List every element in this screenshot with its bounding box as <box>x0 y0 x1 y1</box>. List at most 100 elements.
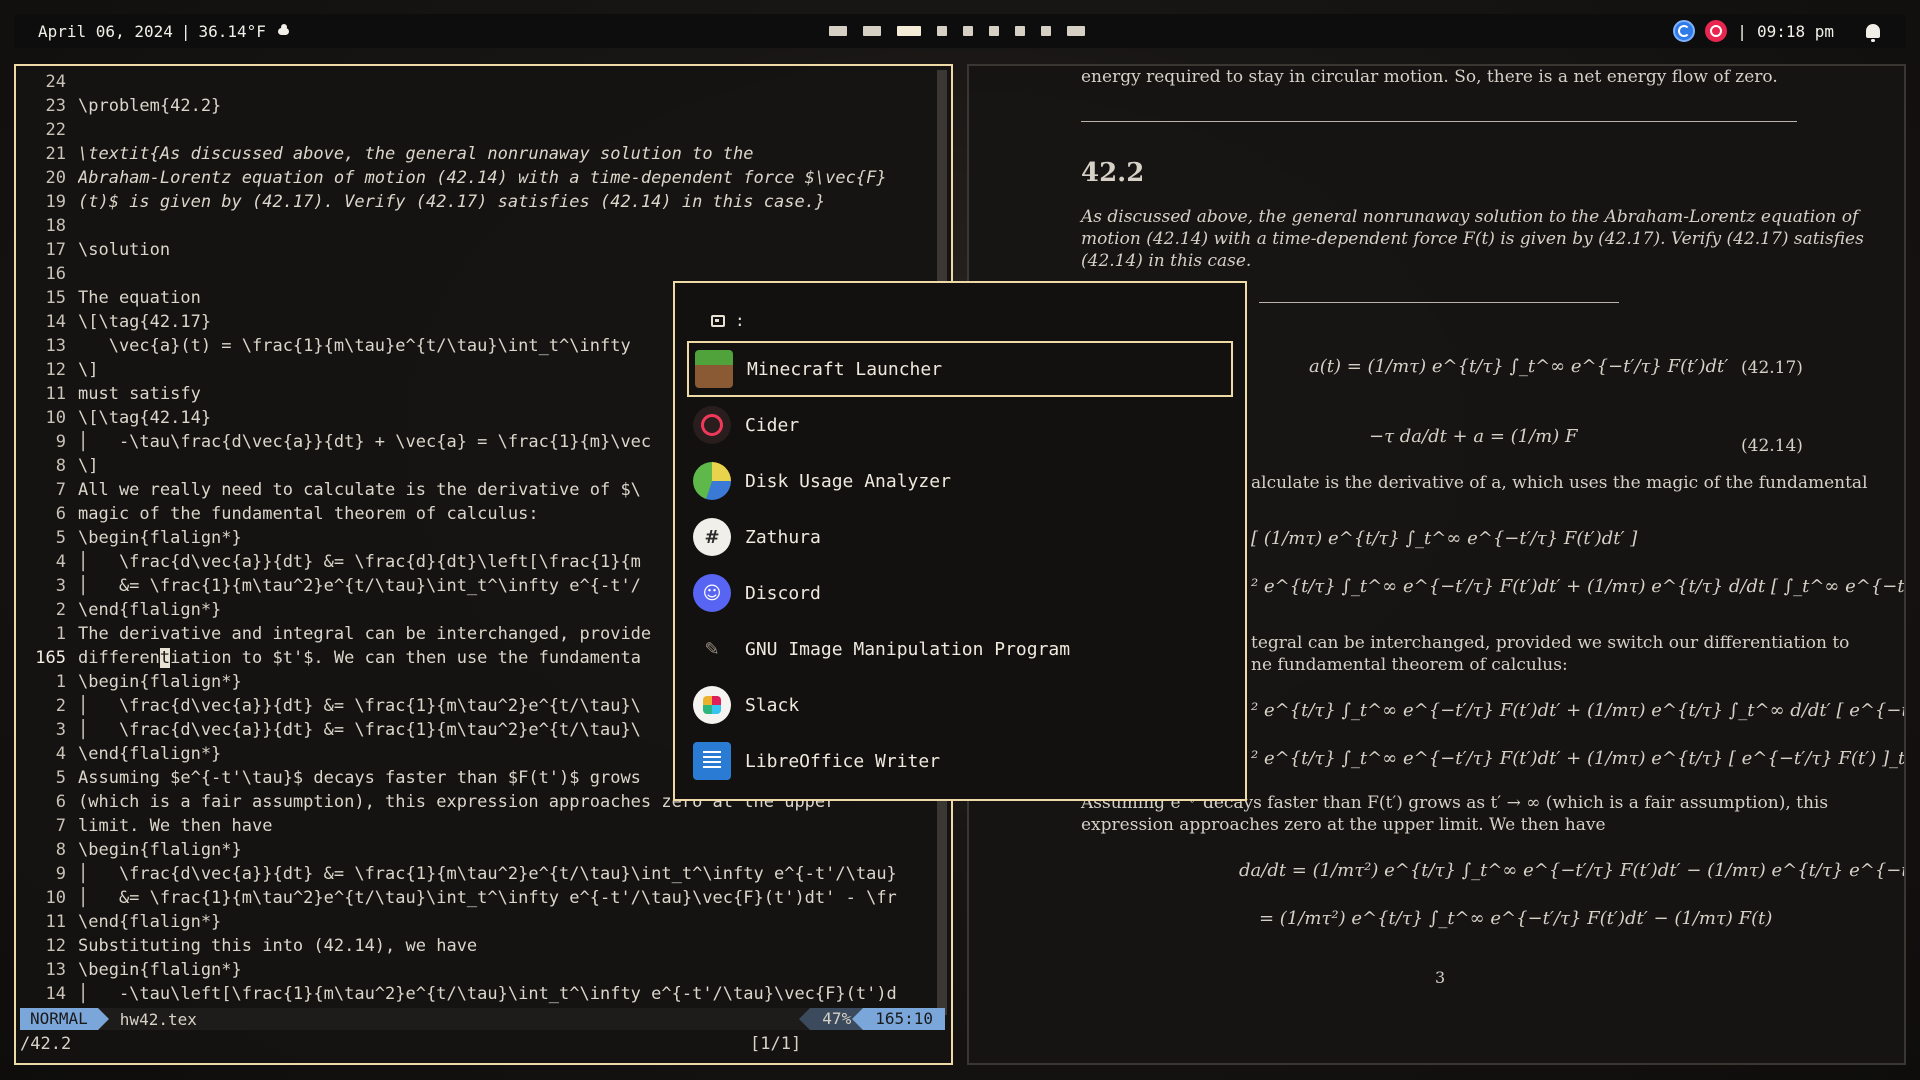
workspace-2[interactable] <box>863 26 881 36</box>
app-label: Disk Usage Analyzer <box>745 470 951 492</box>
workspace-4[interactable] <box>937 26 947 36</box>
code-line[interactable]: 7 limit. We then have <box>26 814 937 838</box>
line-number: 4 <box>55 552 66 572</box>
line-text: magic of the fundamental theorem of calc… <box>78 504 539 524</box>
line-text: │ -\tau\left[\frac{1}{m\tau^2}e^{t/\tau}… <box>78 984 897 1004</box>
app-item-zathura[interactable]: # Zathura <box>687 509 1233 565</box>
code-line[interactable]: 14 │ -\tau\left[\frac{1}{m\tau^2}e^{t/\ta… <box>26 982 937 1006</box>
app-launcher[interactable]: : Minecraft Launcher Cider Disk Usage An… <box>673 281 1247 801</box>
line-number: 18 <box>45 216 66 236</box>
workspace-1[interactable] <box>829 26 847 36</box>
line-number: 165 <box>35 648 66 668</box>
line-number: 11 <box>45 384 66 404</box>
line-text: Substituting this into (42.14), we have <box>78 936 478 956</box>
derivation-line: ² e^{t/τ} ∫_t^∞ e^{−t′/τ} F(t′)dt′ + (1/… <box>1251 700 1904 721</box>
line-text: must satisfy <box>78 384 201 404</box>
file-name: hw42.tex <box>119 1009 197 1029</box>
line-number: 3 <box>55 720 66 740</box>
app-label: Cider <box>745 414 800 436</box>
code-line[interactable]: 13 \begin{flalign*} <box>26 958 937 982</box>
line-number: 13 <box>45 336 66 356</box>
line-number: 8 <box>55 456 66 476</box>
workspace-6[interactable] <box>989 26 999 36</box>
line-text: \end{flalign*} <box>78 744 222 764</box>
divider <box>1081 121 1797 122</box>
code-line[interactable]: 18 <box>26 214 937 238</box>
search-count: [1/1] <box>750 1034 802 1054</box>
code-line[interactable]: 17 \solution <box>26 238 937 262</box>
code-line[interactable]: 12 Substituting this into (42.14), we hav… <box>26 934 937 958</box>
cider-icon <box>693 406 731 444</box>
line-text: limit. We then have <box>78 816 273 836</box>
app-item-disk-usage-analyzer[interactable]: Disk Usage Analyzer <box>687 453 1233 509</box>
line-number: 14 <box>45 984 66 1004</box>
discord-icon: ☺ <box>693 574 731 612</box>
status-line: NORMAL hw42.tex 47% 165:10 <box>20 1008 945 1030</box>
sync-icon[interactable] <box>1673 20 1696 42</box>
app-item-gimp[interactable]: ✎ GNU Image Manipulation Program <box>687 621 1233 677</box>
bell-icon[interactable] <box>1866 24 1880 42</box>
line-text: │ &= \frac{1}{m\tau^2}e^{t/\tau}\int_t^\… <box>78 888 897 908</box>
app-label: Minecraft Launcher <box>747 358 943 380</box>
workspace-8[interactable] <box>1041 26 1051 36</box>
code-line[interactable]: 19 (t)$ is given by (42.17). Verify (42.1… <box>26 190 937 214</box>
derivation-line: [ (1/mτ) e^{t/τ} ∫_t^∞ e^{−t′/τ} F(t′)dt… <box>1251 528 1638 549</box>
line-number: 16 <box>45 264 66 284</box>
line-text: \vec{a}(t) = \frac{1}{m\tau}e^{t/\tau}\i… <box>78 336 631 356</box>
app-item-minecraft-launcher[interactable]: Minecraft Launcher <box>687 341 1233 397</box>
app-label: Zathura <box>745 526 821 548</box>
command-line[interactable]: /42.2 [1/1] <box>20 1032 945 1056</box>
line-text: \solution <box>78 240 171 260</box>
line-number: 23 <box>45 96 66 116</box>
top-bar: April 06, 2024 | 36.14°F | 09:18 pm <box>14 14 1906 48</box>
text-cursor: t <box>159 648 171 668</box>
workspace-5[interactable] <box>963 26 973 36</box>
line-text: \end{flalign*} <box>78 912 222 932</box>
line-text: \textit{As discussed above, the general … <box>78 144 754 164</box>
line-text: \begin{flalign*} <box>78 840 242 860</box>
code-line[interactable]: 8 \begin{flalign*} <box>26 838 937 862</box>
final-equation-2: = (1/mτ²) e^{t/τ} ∫_t^∞ e^{−t′/τ} F(t′)d… <box>1259 908 1773 929</box>
code-line[interactable]: 11 \end{flalign*} <box>26 910 937 934</box>
line-number: 2 <box>55 600 66 620</box>
line-text: differentiation to $t'$. We can then use… <box>78 646 641 670</box>
prompt-input[interactable]: : <box>735 311 745 330</box>
line-number: 10 <box>45 408 66 428</box>
line-number: 20 <box>45 168 66 188</box>
workspace-3-active[interactable] <box>897 26 921 36</box>
app-label: Discord <box>745 582 821 604</box>
derivation-line: ² e^{t/τ} ∫_t^∞ e^{−t′/τ} F(t′)dt′ + (1/… <box>1251 748 1906 769</box>
code-line[interactable]: 9 │ \frac{d\vec{a}}{dt} &= \frac{1}{m\tau… <box>26 862 937 886</box>
line-number: 9 <box>55 864 66 884</box>
code-line[interactable]: 23 \problem{42.2} <box>26 94 937 118</box>
code-line[interactable]: 10 │ &= \frac{1}{m\tau^2}e^{t/\tau}\int_t… <box>26 886 937 910</box>
app-item-cider[interactable]: Cider <box>687 397 1233 453</box>
equation-number: (42.14) <box>1741 436 1803 456</box>
line-text: \problem{42.2} <box>78 96 222 116</box>
app-item-libreoffice-writer[interactable]: LibreOffice Writer <box>687 733 1233 789</box>
code-line[interactable]: 24 <box>26 70 937 94</box>
line-number: 8 <box>55 840 66 860</box>
search-command: /42.2 <box>20 1034 72 1054</box>
line-number: 15 <box>45 288 66 308</box>
code-line[interactable]: 20 Abraham-Lorentz equation of motion (42… <box>26 166 937 190</box>
app-list: Minecraft Launcher Cider Disk Usage Anal… <box>687 341 1233 789</box>
code-line[interactable]: 21 \textit{As discussed above, the genera… <box>26 142 937 166</box>
line-number: 22 <box>45 120 66 140</box>
pdf-paragraph: expression approaches zero at the upper … <box>1081 815 1606 835</box>
line-number: 13 <box>45 960 66 980</box>
cider-icon[interactable] <box>1705 20 1728 42</box>
workspace-9[interactable] <box>1067 26 1085 36</box>
app-item-discord[interactable]: ☺ Discord <box>687 565 1233 621</box>
workspace-7[interactable] <box>1015 26 1025 36</box>
app-item-slack[interactable]: Slack <box>687 677 1233 733</box>
code-line[interactable]: 22 <box>26 118 937 142</box>
line-number: 2 <box>55 696 66 716</box>
line-text: │ &= \frac{1}{m\tau^2}e^{t/\tau}\int_t^\… <box>78 576 641 596</box>
writer-icon <box>693 742 731 780</box>
line-number: 7 <box>55 816 66 836</box>
equation-42-14: −τ da/dt + a = (1/m) F <box>1369 426 1578 447</box>
line-text: All we really need to calculate is the d… <box>78 480 641 500</box>
line-number: 6 <box>55 504 66 524</box>
launcher-prompt[interactable]: : <box>711 311 745 330</box>
